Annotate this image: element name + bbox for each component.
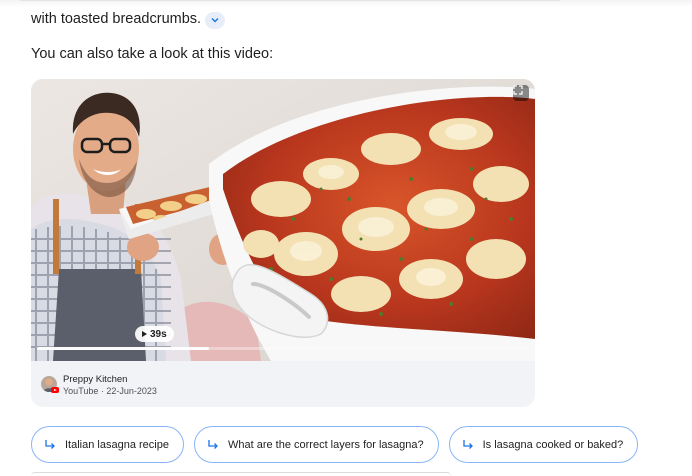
suggestion-label: What are the correct layers for lasagna?: [227, 438, 424, 451]
expand-source-button[interactable]: [205, 11, 226, 29]
video-meta: YouTube · 22-Jun-2023: [63, 386, 157, 396]
video-duration: 39s: [150, 328, 167, 340]
chevron-down-icon: [211, 18, 219, 23]
play-icon: [142, 331, 147, 337]
channel-name: Preppy Kitchen: [63, 374, 128, 385]
next-section-edge: [31, 472, 451, 476]
reply-arrow-icon: [462, 439, 473, 449]
video-progress-bar: [37, 347, 527, 350]
reply-arrow-icon: [208, 439, 218, 449]
reply-arrow-icon: [45, 439, 55, 449]
video-card[interactable]: 39s Preppy Kitchen YouTube · 22-Jun-2023: [31, 79, 535, 407]
suggestion-chip[interactable]: What are the correct layers for lasagna?: [193, 426, 439, 463]
video-intro: You can also take a look at this video:: [31, 46, 274, 62]
video-thumbnail[interactable]: 39s: [31, 79, 535, 361]
divider: [20, 0, 560, 1]
answer-text: with toasted breadcrumbs.: [31, 11, 202, 27]
suggestion-label: Is lasagna cooked or baked?: [482, 438, 624, 451]
suggestion-chip[interactable]: Is lasagna cooked or baked?: [448, 426, 639, 463]
expand-icon: [513, 85, 523, 95]
suggestion-chip[interactable]: Italian lasagna recipe: [31, 426, 184, 463]
answer-text-tail: with toasted breadcrumbs.: [31, 9, 226, 29]
top-fade: [0, 0, 692, 7]
youtube-icon: [51, 387, 59, 393]
video-progress-fill: [37, 347, 209, 350]
suggestion-chips: Italian lasagna recipe What are the corr…: [31, 426, 639, 463]
video-thumbnail-image: [31, 79, 535, 361]
suggestion-label: Italian lasagna recipe: [65, 438, 169, 451]
video-duration-badge: 39s: [135, 326, 174, 342]
video-source[interactable]: Preppy Kitchen YouTube · 22-Jun-2023: [31, 361, 535, 407]
open-video-button[interactable]: [513, 85, 529, 101]
